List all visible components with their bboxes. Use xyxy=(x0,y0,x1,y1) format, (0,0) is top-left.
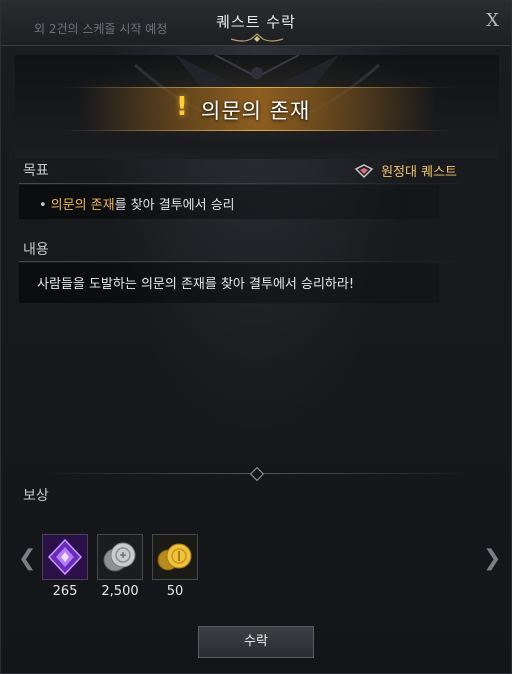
quest-type: 원정대 퀘스트 xyxy=(354,161,457,180)
goal-box: • 의문의 존재를 찾아 결투에서 승리 xyxy=(19,185,439,219)
titlebar: 외 2건의 스케줄 시작 예정 퀘스트 수락 X xyxy=(1,1,511,46)
quest-type-label: 원정대 퀘스트 xyxy=(381,165,457,180)
content-divider xyxy=(19,261,459,262)
content-box: 사람들을 도발하는 의문의 존재를 찾아 결투에서 승리하라! xyxy=(19,263,439,303)
reward-count: 265 xyxy=(52,584,78,599)
purple-crystal-icon xyxy=(43,535,87,579)
goal-text: • 의문의 존재를 찾아 결투에서 승리 xyxy=(39,194,235,213)
reward-item[interactable] xyxy=(42,534,88,580)
accept-button[interactable]: 수락 xyxy=(198,626,314,658)
banner-bottom-line xyxy=(61,130,455,131)
quest-accept-window: 외 2건의 스케줄 시작 예정 퀘스트 수락 X ! 의문의 존재 목표 원정대… xyxy=(0,0,512,674)
rewards-prev-arrow-icon[interactable]: ❮ xyxy=(18,546,36,571)
reward-count: 50 xyxy=(166,584,184,599)
reward-count: 2,500 xyxy=(101,584,139,599)
banner-top-line xyxy=(61,87,455,88)
goal-divider xyxy=(19,183,459,184)
close-button[interactable]: X xyxy=(486,10,499,31)
goal-target: 의문의 존재 xyxy=(50,198,115,213)
goal-rest: 를 찾아 결투에서 승리 xyxy=(114,198,235,213)
expedition-emblem-icon xyxy=(354,163,374,178)
quest-title: 의문의 존재 xyxy=(201,99,311,123)
rewards-next-arrow-icon[interactable]: ❯ xyxy=(483,546,501,571)
reward-item[interactable] xyxy=(152,534,198,580)
bullet: • xyxy=(39,198,47,213)
silver-coins-icon xyxy=(98,535,142,579)
window-title: 퀘스트 수락 xyxy=(216,13,296,31)
reward-item[interactable] xyxy=(97,534,143,580)
quest-exclamation-icon: ! xyxy=(176,92,188,122)
divider-ornament-icon xyxy=(249,466,265,482)
content-label: 내용 xyxy=(23,242,49,258)
title-ornament-icon xyxy=(230,33,284,42)
goal-label: 목표 xyxy=(23,163,49,179)
gold-coins-icon xyxy=(153,535,197,579)
content-text: 사람들을 도발하는 의문의 존재를 찾아 결투에서 승리하라! xyxy=(37,277,355,292)
rewards-label: 보상 xyxy=(23,488,49,504)
